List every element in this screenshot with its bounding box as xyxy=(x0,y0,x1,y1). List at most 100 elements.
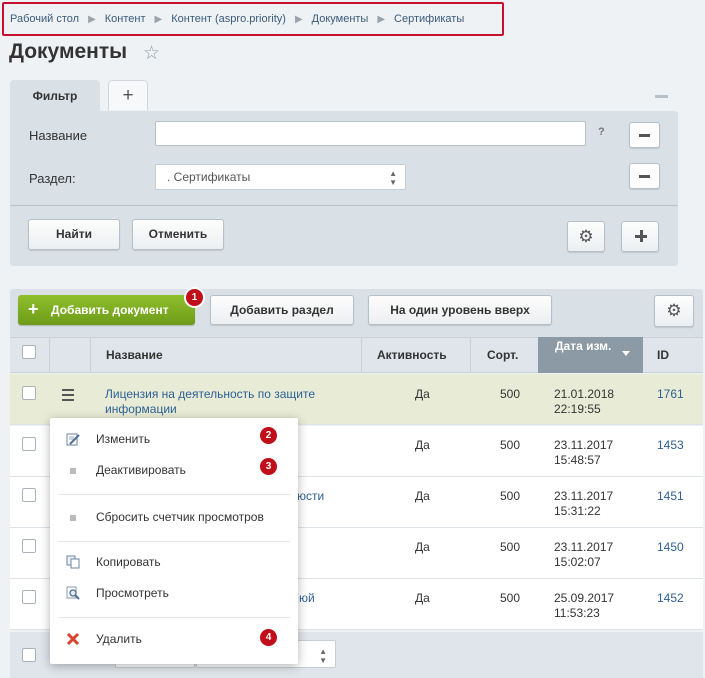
copy-icon xyxy=(66,555,80,569)
row-sort: 500 xyxy=(500,591,521,605)
row-sort: 500 xyxy=(500,438,521,452)
column-header-name[interactable]: Название xyxy=(106,338,163,372)
sort-desc-icon xyxy=(622,351,630,356)
column-divider xyxy=(470,338,471,372)
remove-name-field-button[interactable] xyxy=(629,122,660,148)
tab-filter[interactable]: Фильтр xyxy=(10,80,100,112)
level-up-button[interactable]: На один уровень вверх xyxy=(368,295,552,325)
annotation-badge-2: 2 xyxy=(258,425,279,446)
add-section-button[interactable]: Добавить раздел xyxy=(210,295,354,325)
select-arrows-icon: ▲ ▼ xyxy=(389,169,397,187)
edit-icon xyxy=(66,433,80,446)
row-id[interactable]: 1761 xyxy=(657,387,684,402)
column-header-active[interactable]: Активность xyxy=(377,338,447,372)
annotation-badge-1: 1 xyxy=(184,287,205,308)
row-date: 23.11.2017 xyxy=(554,489,614,503)
row-time: 15:31:22 xyxy=(554,504,601,518)
row-active: Да xyxy=(415,387,430,401)
breadcrumb-item-documents[interactable]: Документы xyxy=(312,13,369,25)
select-all-checkbox[interactable] xyxy=(22,345,36,359)
section-select[interactable]: . Сертификаты ▲ ▼ xyxy=(155,164,406,190)
row-active: Да xyxy=(415,540,430,554)
menu-item-view-label: Просмотреть xyxy=(96,586,169,600)
filter-settings-button[interactable]: ⚙ xyxy=(567,221,605,252)
row-checkbox[interactable] xyxy=(22,488,36,502)
row-date: 23.11.2017 xyxy=(554,438,614,452)
bullet-icon xyxy=(70,468,76,474)
row-checkbox[interactable] xyxy=(22,437,36,451)
name-label: Название xyxy=(29,128,88,143)
column-divider xyxy=(90,338,91,372)
select-arrows-icon: ▲ ▼ xyxy=(319,647,327,665)
annotation-badge-3: 3 xyxy=(258,456,279,477)
find-button[interactable]: Найти xyxy=(28,219,120,250)
section-label: Раздел: xyxy=(29,171,76,186)
plus-icon xyxy=(635,230,647,242)
row-name-link[interactable]: Лицензия на деятельность по защите инфор… xyxy=(105,387,345,417)
row-date: 25.09.2017 xyxy=(554,591,615,605)
row-checkbox[interactable] xyxy=(22,386,36,400)
add-filter-field-button[interactable] xyxy=(621,221,659,252)
row-active: Да xyxy=(415,489,430,503)
help-icon[interactable]: ? xyxy=(598,126,605,138)
menu-item-edit-label: Изменить xyxy=(96,432,151,446)
list-settings-button[interactable]: ⚙ xyxy=(654,295,694,327)
row-date: 21.01.2018 xyxy=(554,387,615,401)
star-icon[interactable]: ☆ xyxy=(143,42,160,65)
minus-icon xyxy=(639,134,650,137)
row-checkbox[interactable] xyxy=(22,539,36,553)
row-date: 23.11.2017 xyxy=(554,540,614,554)
column-header-date[interactable]: Дата изм. xyxy=(555,339,615,353)
menu-item-copy[interactable]: Копировать xyxy=(50,548,298,576)
row-time: 15:02:07 xyxy=(554,555,601,569)
row-sort: 500 xyxy=(500,387,521,401)
menu-item-delete-label: Удалить xyxy=(96,632,142,646)
breadcrumb-item-certificates[interactable]: Сертификаты xyxy=(394,13,464,25)
cancel-button[interactable]: Отменить xyxy=(132,219,224,250)
chevron-right-icon: ▶ xyxy=(377,13,386,25)
row-id[interactable]: 1452 xyxy=(657,591,684,606)
gear-icon: ⚙ xyxy=(578,227,594,246)
select-all-bottom-checkbox[interactable] xyxy=(22,648,36,662)
filter-divider xyxy=(10,205,678,206)
column-header-id[interactable]: ID xyxy=(657,338,669,372)
add-filter-tab-button[interactable]: + xyxy=(108,80,148,110)
add-document-button[interactable]: + Добавить документ xyxy=(18,295,195,325)
row-sort: 500 xyxy=(500,489,521,503)
row-sort: 500 xyxy=(500,540,521,554)
magnifier-icon xyxy=(66,586,80,600)
column-divider xyxy=(49,338,50,372)
menu-divider xyxy=(58,541,290,542)
menu-item-deactivate-label: Деактивировать xyxy=(96,463,186,477)
row-id[interactable]: 1453 xyxy=(657,438,684,453)
breadcrumb-item-content[interactable]: Контент xyxy=(105,13,146,25)
menu-item-view[interactable]: Просмотреть xyxy=(50,579,298,607)
breadcrumb-item-content-aspro[interactable]: Контент (aspro.priority) xyxy=(171,13,286,25)
column-header-sort[interactable]: Сорт. xyxy=(487,338,518,372)
menu-item-reset-views[interactable]: Сбросить счетчик просмотров xyxy=(50,503,298,531)
remove-section-field-button[interactable] xyxy=(629,163,660,189)
row-id[interactable]: 1451 xyxy=(657,489,684,504)
row-time: 22:19:55 xyxy=(554,402,601,416)
menu-item-reset-views-label: Сбросить счетчик просмотров xyxy=(96,510,264,524)
bullet-icon xyxy=(70,515,76,521)
breadcrumb-item-desktop[interactable]: Рабочий стол xyxy=(10,13,79,25)
minimize-icon[interactable] xyxy=(655,95,668,98)
column-divider xyxy=(361,338,362,372)
annotation-badge-4: 4 xyxy=(258,627,279,648)
name-input[interactable] xyxy=(155,121,586,146)
row-checkbox[interactable] xyxy=(22,590,36,604)
row-name-link[interactable]: юй xyxy=(299,591,315,606)
chevron-right-icon: ▶ xyxy=(88,13,96,25)
chevron-right-icon: ▶ xyxy=(154,13,163,25)
row-menu-icon[interactable] xyxy=(62,389,74,404)
plus-icon: + xyxy=(28,299,39,319)
page-title: Документы xyxy=(9,40,128,63)
row-context-menu: Изменить Деактивировать Сбросить счетчик… xyxy=(50,418,298,664)
row-time: 15:48:57 xyxy=(554,453,601,467)
row-name-link[interactable]: юсти xyxy=(297,489,324,504)
row-id[interactable]: 1450 xyxy=(657,540,684,555)
minus-icon xyxy=(639,175,650,178)
breadcrumb: Рабочий стол ▶ Контент ▶ Контент (aspro.… xyxy=(2,2,504,36)
row-active: Да xyxy=(415,438,430,452)
